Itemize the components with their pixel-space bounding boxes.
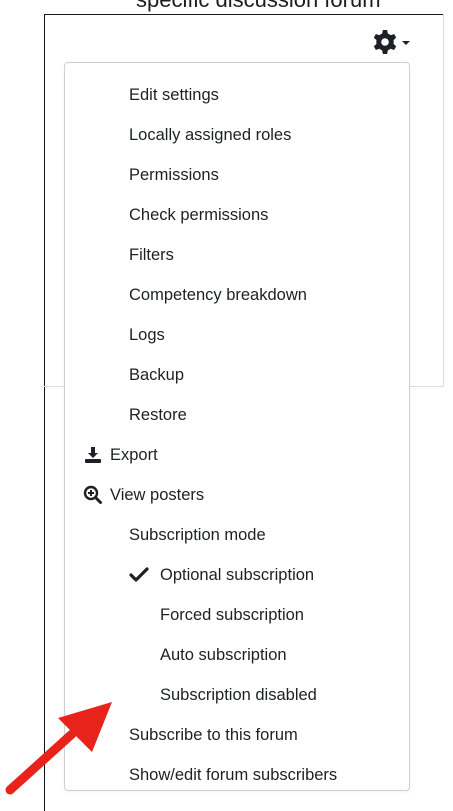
menu-item-label: Subscription disabled — [160, 686, 317, 704]
menu-item-label: Auto subscription — [160, 646, 287, 664]
settings-menu-toggle[interactable] — [370, 28, 420, 56]
panel-right-border — [443, 14, 444, 386]
download-icon — [85, 447, 101, 463]
menu-item-label: Optional subscription — [160, 566, 315, 584]
panel-top-border — [44, 14, 443, 15]
menu-item-check-permissions[interactable]: Check permissions — [129, 197, 268, 233]
menu-item-label: Backup — [129, 366, 185, 384]
menu-item-label: Export — [110, 446, 158, 464]
menu-item-backup[interactable]: Backup — [129, 357, 184, 393]
caret-down-icon — [402, 41, 410, 45]
menu-item-label: Forced subscription — [160, 606, 304, 624]
menu-item-label: Check permissions — [129, 206, 269, 224]
menu-item-edit-settings[interactable]: Edit settings — [129, 77, 219, 113]
menu-item-auto-subscription[interactable]: Auto subscription — [160, 637, 287, 673]
page: specific discussion forum Edit settings … — [0, 0, 453, 811]
menu-item-label: Locally assigned roles — [129, 126, 292, 144]
menu-item-competency-breakdown[interactable]: Competency breakdown — [129, 277, 307, 313]
menu-item-label: Subscription mode — [129, 526, 266, 544]
menu-item-show-edit-subscribers[interactable]: Show/edit forum subscribers — [129, 757, 337, 793]
checkmark-icon — [129, 567, 149, 582]
menu-item-label: Restore — [129, 406, 187, 424]
menu-item-label: Show/edit forum subscribers — [129, 766, 338, 784]
menu-item-filters[interactable]: Filters — [129, 237, 174, 273]
red-arrow-icon — [5, 702, 112, 795]
menu-item-subscription-disabled[interactable]: Subscription disabled — [160, 677, 317, 713]
menu-item-label: Edit settings — [129, 86, 219, 104]
menu-item-label: Logs — [129, 326, 165, 344]
menu-heading-subscription-mode: Subscription mode — [129, 517, 266, 553]
gear-icon — [373, 30, 397, 54]
menu-item-label: Filters — [129, 246, 174, 264]
menu-item-logs[interactable]: Logs — [129, 317, 165, 353]
menu-item-label: View posters — [110, 486, 205, 504]
menu-item-forced-subscription[interactable]: Forced subscription — [160, 597, 304, 633]
menu-item-permissions[interactable]: Permissions — [129, 157, 219, 193]
menu-item-locally-assigned-roles[interactable]: Locally assigned roles — [129, 117, 291, 153]
settings-dropdown-menu: Edit settings Locally assigned roles Per… — [64, 62, 410, 791]
menu-item-label: Subscribe to this forum — [129, 726, 298, 744]
zoom-in-icon — [83, 485, 102, 504]
menu-item-label: Competency breakdown — [129, 286, 307, 304]
menu-item-restore[interactable]: Restore — [129, 397, 187, 433]
page-caption: specific discussion forum — [136, 0, 453, 13]
menu-item-subscribe-to-forum[interactable]: Subscribe to this forum — [129, 717, 298, 753]
menu-item-label: Permissions — [129, 166, 219, 184]
